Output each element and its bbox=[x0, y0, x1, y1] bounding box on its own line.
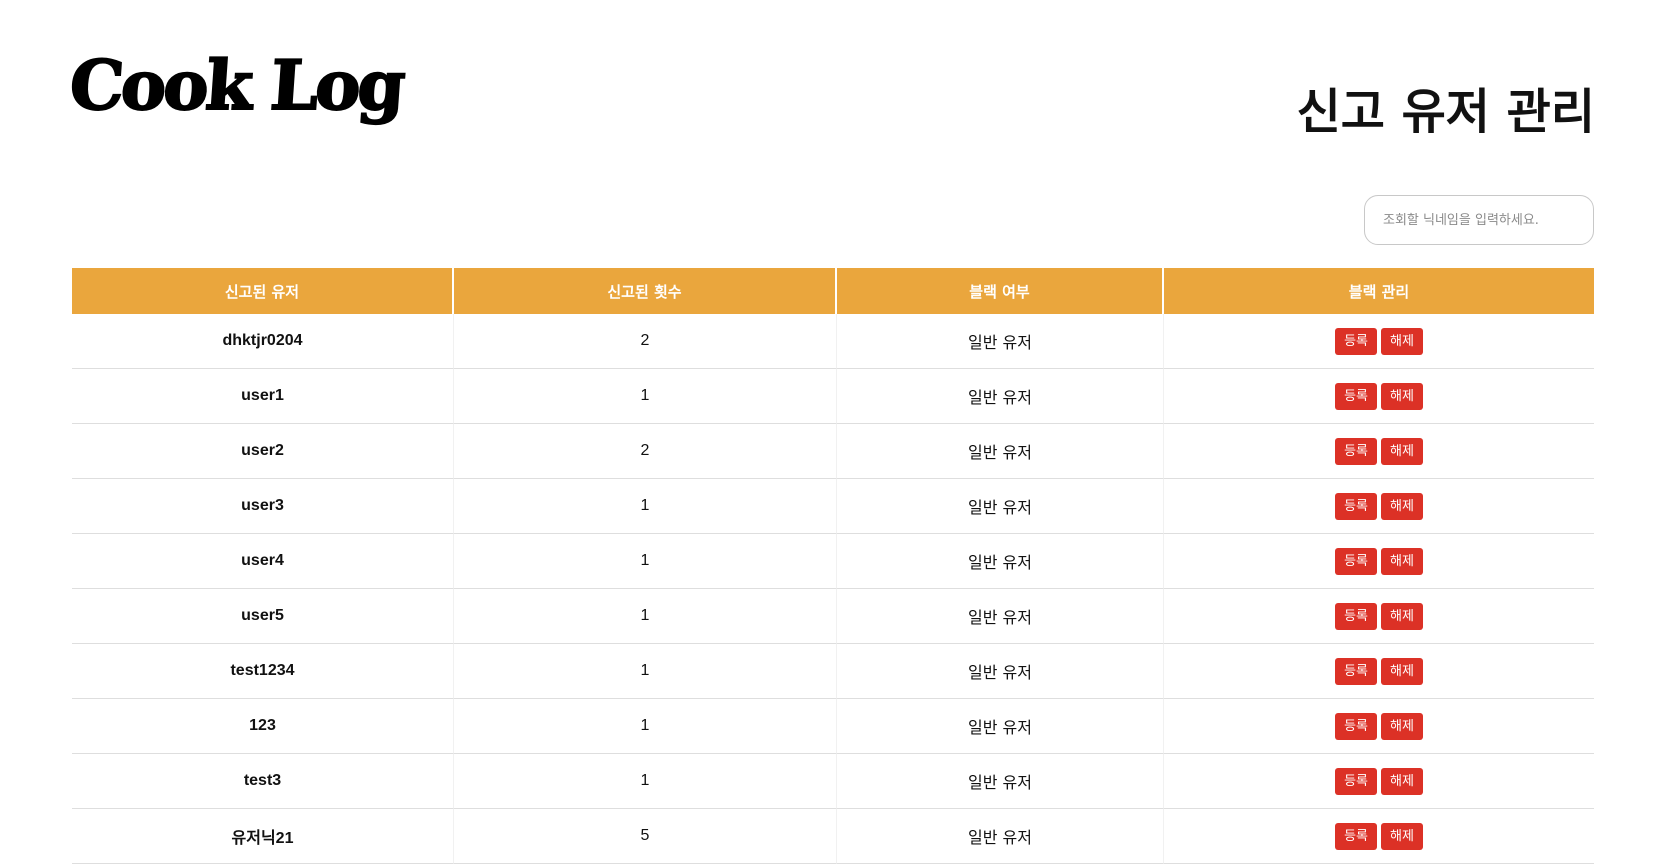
logo[interactable]: Cook Log bbox=[66, 45, 406, 127]
table-header-row: 신고된 유저 신고된 횟수 블랙 여부 블랙 관리 bbox=[72, 268, 1594, 314]
report-count: 1 bbox=[454, 479, 837, 534]
register-black-button[interactable]: 등록 bbox=[1335, 382, 1377, 410]
black-status: 일반 유저 bbox=[837, 424, 1164, 479]
black-manage-cell: 등록 해제 bbox=[1164, 589, 1594, 644]
register-black-button[interactable]: 등록 bbox=[1335, 657, 1377, 685]
table-row: user3 1 일반 유저 등록 해제 bbox=[72, 479, 1594, 534]
table-row: test1234 1 일반 유저 등록 해제 bbox=[72, 644, 1594, 699]
black-status: 일반 유저 bbox=[837, 479, 1164, 534]
release-black-button[interactable]: 해제 bbox=[1381, 382, 1423, 410]
reported-user: 123 bbox=[72, 699, 454, 754]
black-manage-cell: 등록 해제 bbox=[1164, 369, 1594, 424]
report-count: 1 bbox=[454, 369, 837, 424]
reported-user: 유저닉21 bbox=[72, 809, 454, 864]
reported-user: user3 bbox=[72, 479, 454, 534]
page-title: 신고 유저 관리 bbox=[1296, 84, 1595, 140]
black-status: 일반 유저 bbox=[837, 754, 1164, 809]
black-status: 일반 유저 bbox=[837, 809, 1164, 864]
release-black-button[interactable]: 해제 bbox=[1381, 822, 1423, 850]
black-manage-cell: 등록 해제 bbox=[1164, 644, 1594, 699]
table-row: user4 1 일반 유저 등록 해제 bbox=[72, 534, 1594, 589]
register-black-button[interactable]: 등록 bbox=[1335, 767, 1377, 795]
report-count: 1 bbox=[454, 644, 837, 699]
black-status: 일반 유저 bbox=[837, 699, 1164, 754]
reported-user: user2 bbox=[72, 424, 454, 479]
register-black-button[interactable]: 등록 bbox=[1335, 437, 1377, 465]
reported-user: user5 bbox=[72, 589, 454, 644]
release-black-button[interactable]: 해제 bbox=[1381, 547, 1423, 575]
table-row: test3 1 일반 유저 등록 해제 bbox=[72, 754, 1594, 809]
black-status: 일반 유저 bbox=[837, 589, 1164, 644]
black-manage-cell: 등록 해제 bbox=[1164, 754, 1594, 809]
black-manage-cell: 등록 해제 bbox=[1164, 534, 1594, 589]
black-manage-cell: 등록 해제 bbox=[1164, 314, 1594, 369]
report-count: 1 bbox=[454, 754, 837, 809]
report-count: 5 bbox=[454, 809, 837, 864]
release-black-button[interactable]: 해제 bbox=[1381, 712, 1423, 740]
black-manage-cell: 등록 해제 bbox=[1164, 809, 1594, 864]
column-header-reported-user: 신고된 유저 bbox=[72, 268, 454, 314]
reported-user: test3 bbox=[72, 754, 454, 809]
black-status: 일반 유저 bbox=[837, 644, 1164, 699]
release-black-button[interactable]: 해제 bbox=[1381, 327, 1423, 355]
column-header-black-manage: 블랙 관리 bbox=[1164, 268, 1594, 314]
report-count: 1 bbox=[454, 534, 837, 589]
reported-user: user4 bbox=[72, 534, 454, 589]
column-header-black-status: 블랙 여부 bbox=[837, 268, 1164, 314]
report-count: 2 bbox=[454, 424, 837, 479]
table-row: 123 1 일반 유저 등록 해제 bbox=[72, 699, 1594, 754]
table-row: 유저닉21 5 일반 유저 등록 해제 bbox=[72, 809, 1594, 864]
register-black-button[interactable]: 등록 bbox=[1335, 547, 1377, 575]
register-black-button[interactable]: 등록 bbox=[1335, 492, 1377, 520]
black-status: 일반 유저 bbox=[837, 534, 1164, 589]
reported-user: test1234 bbox=[72, 644, 454, 699]
register-black-button[interactable]: 등록 bbox=[1335, 822, 1377, 850]
register-black-button[interactable]: 등록 bbox=[1335, 327, 1377, 355]
table-row: user5 1 일반 유저 등록 해제 bbox=[72, 589, 1594, 644]
table-row: user2 2 일반 유저 등록 해제 bbox=[72, 424, 1594, 479]
register-black-button[interactable]: 등록 bbox=[1335, 712, 1377, 740]
release-black-button[interactable]: 해제 bbox=[1381, 767, 1423, 795]
reported-user: dhktjr0204 bbox=[72, 314, 454, 369]
black-status: 일반 유저 bbox=[837, 369, 1164, 424]
report-count: 2 bbox=[454, 314, 837, 369]
black-status: 일반 유저 bbox=[837, 314, 1164, 369]
black-manage-cell: 등록 해제 bbox=[1164, 699, 1594, 754]
register-black-button[interactable]: 등록 bbox=[1335, 602, 1377, 630]
black-manage-cell: 등록 해제 bbox=[1164, 424, 1594, 479]
search-input[interactable] bbox=[1364, 195, 1594, 245]
column-header-report-count: 신고된 횟수 bbox=[454, 268, 837, 314]
reported-users-table: 신고된 유저 신고된 횟수 블랙 여부 블랙 관리 dhktjr0204 2 일… bbox=[72, 268, 1594, 864]
release-black-button[interactable]: 해제 bbox=[1381, 602, 1423, 630]
release-black-button[interactable]: 해제 bbox=[1381, 437, 1423, 465]
reported-user: user1 bbox=[72, 369, 454, 424]
table-row: dhktjr0204 2 일반 유저 등록 해제 bbox=[72, 314, 1594, 369]
release-black-button[interactable]: 해제 bbox=[1381, 657, 1423, 685]
table-row: user1 1 일반 유저 등록 해제 bbox=[72, 369, 1594, 424]
report-count: 1 bbox=[454, 589, 837, 644]
black-manage-cell: 등록 해제 bbox=[1164, 479, 1594, 534]
release-black-button[interactable]: 해제 bbox=[1381, 492, 1423, 520]
report-count: 1 bbox=[454, 699, 837, 754]
